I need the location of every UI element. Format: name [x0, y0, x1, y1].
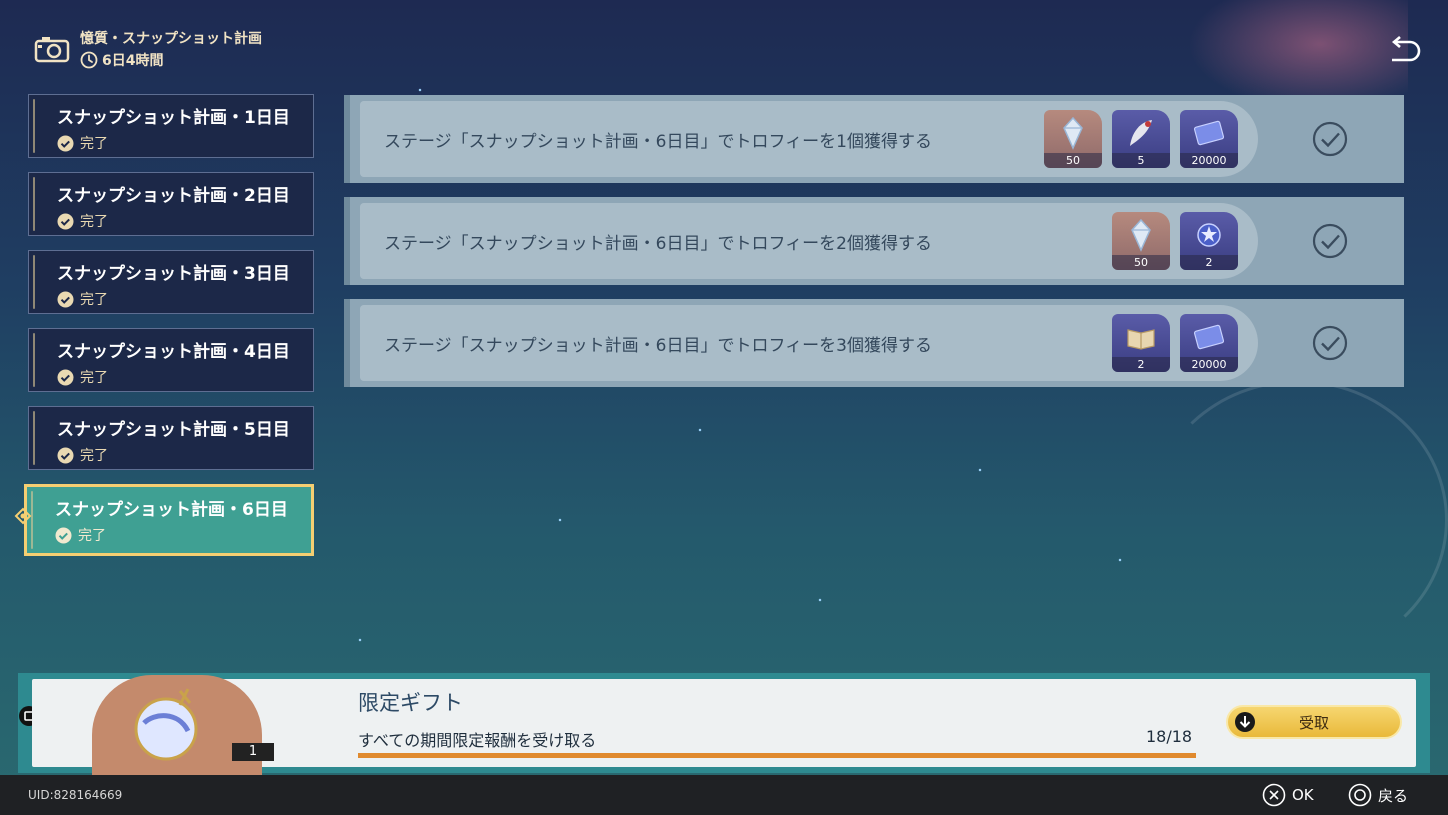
- uid-text: UID:828164669: [28, 788, 123, 802]
- reward-item[interactable]: 2: [1180, 212, 1238, 270]
- status-text: 完了: [80, 136, 108, 152]
- ok-label: OK: [1292, 786, 1314, 804]
- quest-text: ステージ「スナップショット計画・6日目」でトロフィーを2個獲得する: [384, 233, 932, 254]
- crystal-icon: [1063, 116, 1083, 150]
- gift-progress-bar: [358, 753, 1196, 758]
- status-text: 完了: [78, 528, 106, 544]
- gift-title: 限定ギフト: [358, 691, 463, 715]
- gift-description: すべての期間限定報酬を受け取る: [358, 731, 597, 750]
- return-arrow-icon[interactable]: [1388, 34, 1422, 66]
- credit-card-icon: [1193, 324, 1225, 350]
- reward-qty: 20000: [1180, 357, 1238, 372]
- day-item-1[interactable]: スナップショット計画・1日目 完了: [28, 94, 314, 158]
- hourglass-orb-icon: [134, 688, 198, 761]
- day-item-4[interactable]: スナップショット計画・4日目 完了: [28, 328, 314, 392]
- claim-label: 受取: [1298, 713, 1329, 732]
- back-label: 戻る: [1378, 786, 1409, 805]
- day-status: 完了: [57, 211, 313, 231]
- day-list: スナップショット計画・1日目 完了 スナップショット計画・2日目 完了 スナップ…: [24, 94, 314, 570]
- quest-row[interactable]: ステージ「スナップショット計画・6日目」でトロフィーを2個獲得する 50 2: [344, 197, 1404, 285]
- day-status: 完了: [57, 445, 313, 465]
- reward-list: 50 2: [1112, 212, 1238, 270]
- day-label: スナップショット計画・6日目: [55, 500, 288, 520]
- crystal-icon: [1131, 218, 1151, 252]
- reward-item[interactable]: 5: [1112, 110, 1170, 168]
- ok-hint[interactable]: OK: [1262, 783, 1314, 807]
- limited-gift-panel: 1 限定ギフト すべての期間限定報酬を受け取る 18/18 受取: [18, 673, 1430, 775]
- reward-list: 50 5 20000: [1044, 110, 1238, 168]
- check-badge-icon: [55, 527, 72, 543]
- status-text: 完了: [80, 292, 108, 308]
- quest-list: ステージ「スナップショット計画・6日目」でトロフィーを1個獲得する 50 5 2…: [344, 95, 1404, 401]
- reward-list: 2 20000: [1112, 314, 1238, 372]
- day-status: 完了: [55, 525, 311, 545]
- completed-check-icon: [1312, 223, 1348, 259]
- reward-item[interactable]: 20000: [1180, 110, 1238, 168]
- day-item-6[interactable]: スナップショット計画・6日目 完了: [24, 484, 314, 556]
- cross-button-icon: [1262, 783, 1286, 807]
- reward-qty: 2: [1180, 255, 1238, 270]
- gift-progress: 18/18: [1146, 727, 1193, 746]
- day-label: スナップショット計画・1日目: [57, 108, 290, 128]
- completed-check-icon: [1312, 325, 1348, 361]
- circle-button-icon: [1348, 783, 1372, 807]
- back-hint[interactable]: 戻る: [1348, 783, 1408, 807]
- reward-qty: 20000: [1180, 153, 1238, 168]
- day-status: 完了: [57, 289, 313, 309]
- check-badge-icon: [57, 447, 74, 463]
- status-text: 完了: [80, 214, 108, 230]
- event-timer: 6日4時間: [80, 50, 262, 70]
- reward-item[interactable]: 2: [1112, 314, 1170, 372]
- check-badge-icon: [57, 369, 74, 385]
- swirl-decoration: [1148, 380, 1448, 660]
- day-label: スナップショット計画・5日目: [57, 420, 290, 440]
- selection-marker-icon: [14, 507, 32, 525]
- day-status: 完了: [57, 367, 313, 387]
- event-header: 憶質・スナップショット計画 6日4時間: [34, 28, 262, 70]
- completed-check-icon: [1312, 121, 1348, 157]
- day-item-3[interactable]: スナップショット計画・3日目 完了: [28, 250, 314, 314]
- quest-text: ステージ「スナップショット計画・6日目」でトロフィーを3個獲得する: [384, 335, 932, 356]
- day-label: スナップショット計画・3日目: [57, 264, 290, 284]
- timer-text: 6日4時間: [102, 53, 164, 69]
- book-icon: [1127, 329, 1155, 350]
- reward-qty: 2: [1112, 357, 1170, 372]
- event-title: 憶質・スナップショット計画: [80, 31, 262, 47]
- quest-row[interactable]: ステージ「スナップショット計画・6日目」でトロフィーを3個獲得する 2 2000…: [344, 299, 1404, 387]
- day-label: スナップショット計画・4日目: [57, 342, 290, 362]
- reward-qty: 50: [1112, 255, 1170, 270]
- claim-button[interactable]: 受取: [1226, 705, 1402, 739]
- footer-bar: UID:828164669 OK 戻る: [0, 775, 1448, 815]
- reward-item[interactable]: 50: [1112, 212, 1170, 270]
- camera-icon: [34, 37, 70, 63]
- feather-icon: [1130, 120, 1152, 146]
- day-item-2[interactable]: スナップショット計画・2日目 完了: [28, 172, 314, 236]
- day-status: 完了: [57, 133, 313, 153]
- cloud-decoration: [1188, 0, 1408, 110]
- clock-icon: [80, 51, 98, 69]
- reward-qty: 5: [1112, 153, 1170, 168]
- check-badge-icon: [57, 291, 74, 307]
- gift-count: 1: [232, 743, 274, 761]
- down-arrow-icon: [1235, 712, 1255, 732]
- check-badge-icon: [57, 213, 74, 229]
- quest-row[interactable]: ステージ「スナップショット計画・6日目」でトロフィーを1個獲得する 50 5 2…: [344, 95, 1404, 183]
- check-badge-icon: [57, 135, 74, 151]
- star-orb-icon: [1197, 223, 1221, 247]
- reward-item[interactable]: 20000: [1180, 314, 1238, 372]
- status-text: 完了: [80, 370, 108, 386]
- day-item-5[interactable]: スナップショット計画・5日目 完了: [28, 406, 314, 470]
- reward-qty: 50: [1044, 153, 1102, 168]
- day-label: スナップショット計画・2日目: [57, 186, 290, 206]
- status-text: 完了: [80, 448, 108, 464]
- quest-text: ステージ「スナップショット計画・6日目」でトロフィーを1個獲得する: [384, 131, 932, 152]
- credit-card-icon: [1193, 120, 1225, 146]
- reward-item[interactable]: 50: [1044, 110, 1102, 168]
